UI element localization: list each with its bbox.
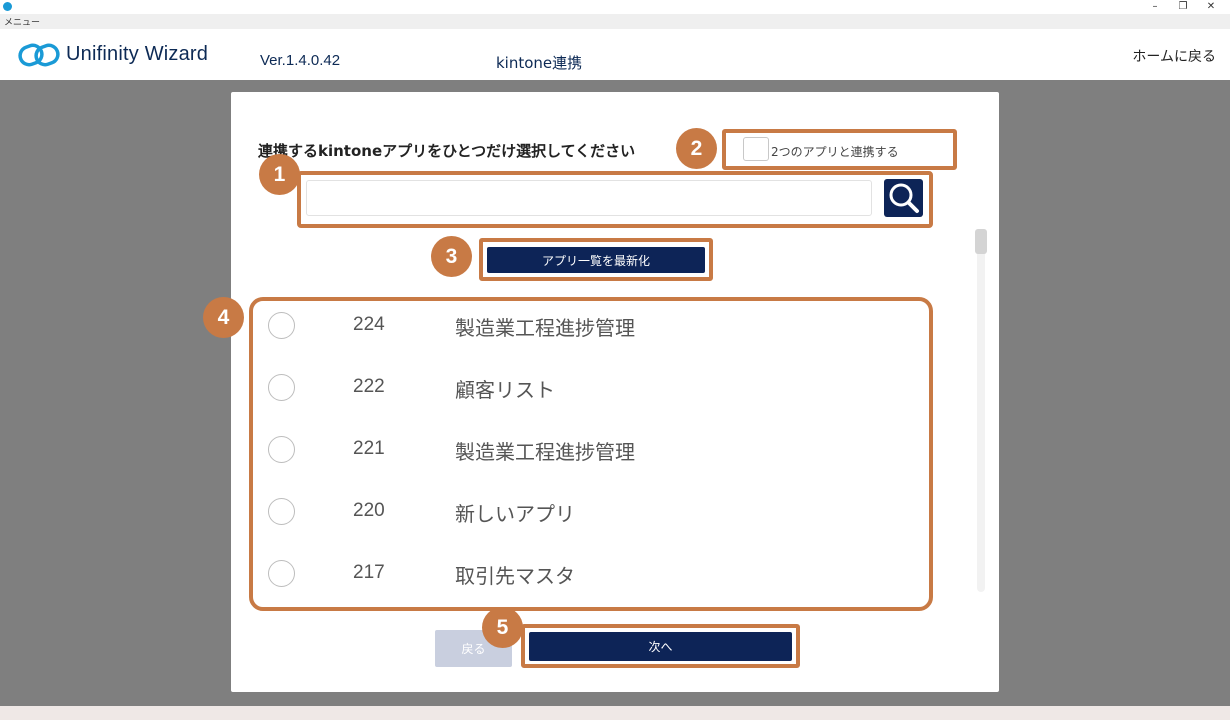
app-list-item[interactable]: 220 新しいアプリ — [253, 487, 929, 537]
menubar: メニュー — [0, 14, 1230, 29]
instruction-text: 連携するkintoneアプリをひとつだけ選択してください — [258, 142, 636, 160]
callout-badge-2: 2 — [676, 128, 717, 169]
app-header: Unifinity Wizard Ver.1.4.0.42 kintone連携 … — [0, 29, 1230, 80]
two-apps-label: 2つのアプリと連携する — [771, 145, 899, 159]
unifinity-logo-icon — [18, 43, 60, 67]
version-label: Ver.1.4.0.42 — [260, 52, 341, 69]
menu-item[interactable]: メニュー — [4, 15, 40, 28]
close-button[interactable]: ✕ — [1196, 0, 1226, 14]
app-id: 224 — [353, 314, 385, 335]
minimize-button[interactable]: – — [1140, 0, 1170, 14]
app-name: 新しいアプリ — [455, 502, 575, 526]
app-list: 224 製造業工程進捗管理 222 顧客リスト 221 製造業工程進捗管理 22… — [249, 297, 933, 611]
scrollbar-thumb[interactable] — [975, 229, 987, 254]
two-apps-checkbox[interactable] — [743, 137, 769, 161]
app-name: 製造業工程進捗管理 — [455, 440, 635, 464]
app-list-item[interactable]: 222 顧客リスト — [253, 363, 929, 413]
app-name: 取引先マスタ — [455, 564, 575, 588]
app-radio[interactable] — [268, 498, 295, 525]
callout-badge-1: 1 — [259, 154, 300, 195]
footer-strip — [0, 706, 1230, 720]
app-list-item[interactable]: 217 取引先マスタ — [253, 549, 929, 599]
callout-badge-3: 3 — [431, 236, 472, 277]
app-name: 顧客リスト — [455, 378, 555, 402]
brand-name: Unifinity Wizard — [66, 43, 209, 65]
app-id: 217 — [353, 562, 385, 583]
window-titlebar: – ❐ ✕ — [0, 0, 1230, 14]
app-radio[interactable] — [268, 436, 295, 463]
app-id: 221 — [353, 438, 385, 459]
app-search-input[interactable] — [306, 180, 872, 216]
home-link[interactable]: ホームに戻る — [1132, 46, 1216, 66]
app-list-item[interactable]: 221 製造業工程進捗管理 — [253, 425, 929, 475]
search-button[interactable] — [884, 179, 923, 217]
app-list-item[interactable]: 224 製造業工程進捗管理 — [253, 301, 929, 351]
callout-badge-5: 5 — [482, 607, 523, 648]
app-radio[interactable] — [268, 374, 295, 401]
app-name: 製造業工程進捗管理 — [455, 316, 635, 340]
refresh-app-list-button[interactable]: アプリ一覧を最新化 — [487, 247, 705, 273]
app-id: 222 — [353, 376, 385, 397]
callout-badge-4: 4 — [203, 297, 244, 338]
page-title: kintone連携 — [496, 54, 583, 72]
app-radio[interactable] — [268, 312, 295, 339]
restore-button[interactable]: ❐ — [1168, 0, 1198, 14]
next-button[interactable]: 次へ — [529, 632, 792, 661]
search-icon — [889, 183, 919, 213]
app-id: 220 — [353, 500, 385, 521]
app-radio[interactable] — [268, 560, 295, 587]
scrollbar-track[interactable] — [977, 229, 985, 592]
app-icon — [3, 2, 12, 11]
